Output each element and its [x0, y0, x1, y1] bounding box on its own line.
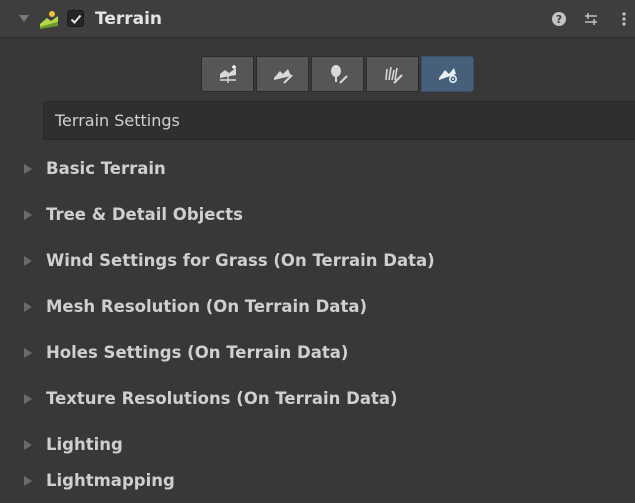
- section-label: Wind Settings for Grass (On Terrain Data…: [46, 251, 435, 270]
- section-holes-settings[interactable]: Holes Settings (On Terrain Data): [0, 335, 635, 375]
- paint-details-icon: [384, 66, 403, 84]
- enabled-checkbox[interactable]: [67, 10, 84, 27]
- expand-arrow-icon: [24, 394, 32, 404]
- checkmark-icon: [70, 14, 82, 24]
- paint-terrain-button[interactable]: [256, 56, 309, 92]
- expand-arrow-icon: [24, 164, 32, 174]
- section-label: Tree & Detail Objects: [46, 205, 243, 224]
- paint-trees-button[interactable]: [311, 56, 364, 92]
- section-label: Texture Resolutions (On Terrain Data): [46, 389, 398, 408]
- terrain-icon: [40, 11, 58, 29]
- section-label: Lighting: [46, 435, 123, 454]
- section-label: Mesh Resolution (On Terrain Data): [46, 297, 368, 316]
- create-neighbor-terrains-button[interactable]: [201, 56, 254, 92]
- preset-icon[interactable]: [583, 11, 599, 27]
- paint-details-button[interactable]: [366, 56, 419, 92]
- component-title: Terrain: [95, 9, 163, 29]
- expand-arrow-icon: [24, 210, 32, 220]
- svg-text:?: ?: [556, 13, 562, 26]
- expand-arrow-icon: [24, 440, 32, 450]
- expand-arrow-icon: [24, 348, 32, 358]
- component-header[interactable]: Terrain ?: [0, 0, 635, 38]
- help-icon[interactable]: ?: [551, 11, 567, 27]
- section-label: Basic Terrain: [46, 159, 166, 178]
- section-wind-settings[interactable]: Wind Settings for Grass (On Terrain Data…: [0, 243, 635, 283]
- terrain-settings-label: Terrain Settings: [55, 111, 180, 130]
- more-options-icon[interactable]: [620, 11, 628, 27]
- section-label: Lightmapping: [46, 471, 175, 490]
- section-label: Holes Settings (On Terrain Data): [46, 343, 349, 362]
- foldout-arrow-icon[interactable]: [19, 15, 29, 22]
- terrain-tool-toolbar: [201, 56, 476, 92]
- expand-arrow-icon: [24, 256, 32, 266]
- paint-terrain-icon: [273, 69, 293, 84]
- section-tree-detail-objects[interactable]: Tree & Detail Objects: [0, 197, 635, 237]
- paint-trees-icon: [330, 65, 348, 84]
- section-texture-resolutions[interactable]: Texture Resolutions (On Terrain Data): [0, 381, 635, 421]
- expand-arrow-icon: [24, 302, 32, 312]
- terrain-settings-icon: [438, 68, 457, 84]
- expand-arrow-icon: [24, 476, 32, 486]
- create-neighbor-terrains-icon: [219, 65, 236, 83]
- section-lightmapping[interactable]: Lightmapping: [0, 463, 635, 503]
- section-basic-terrain[interactable]: Basic Terrain: [0, 151, 635, 191]
- terrain-settings-button[interactable]: [421, 56, 474, 92]
- section-lighting[interactable]: Lighting: [0, 427, 635, 467]
- section-mesh-resolution[interactable]: Mesh Resolution (On Terrain Data): [0, 289, 635, 329]
- terrain-settings-label-box: Terrain Settings: [43, 101, 635, 140]
